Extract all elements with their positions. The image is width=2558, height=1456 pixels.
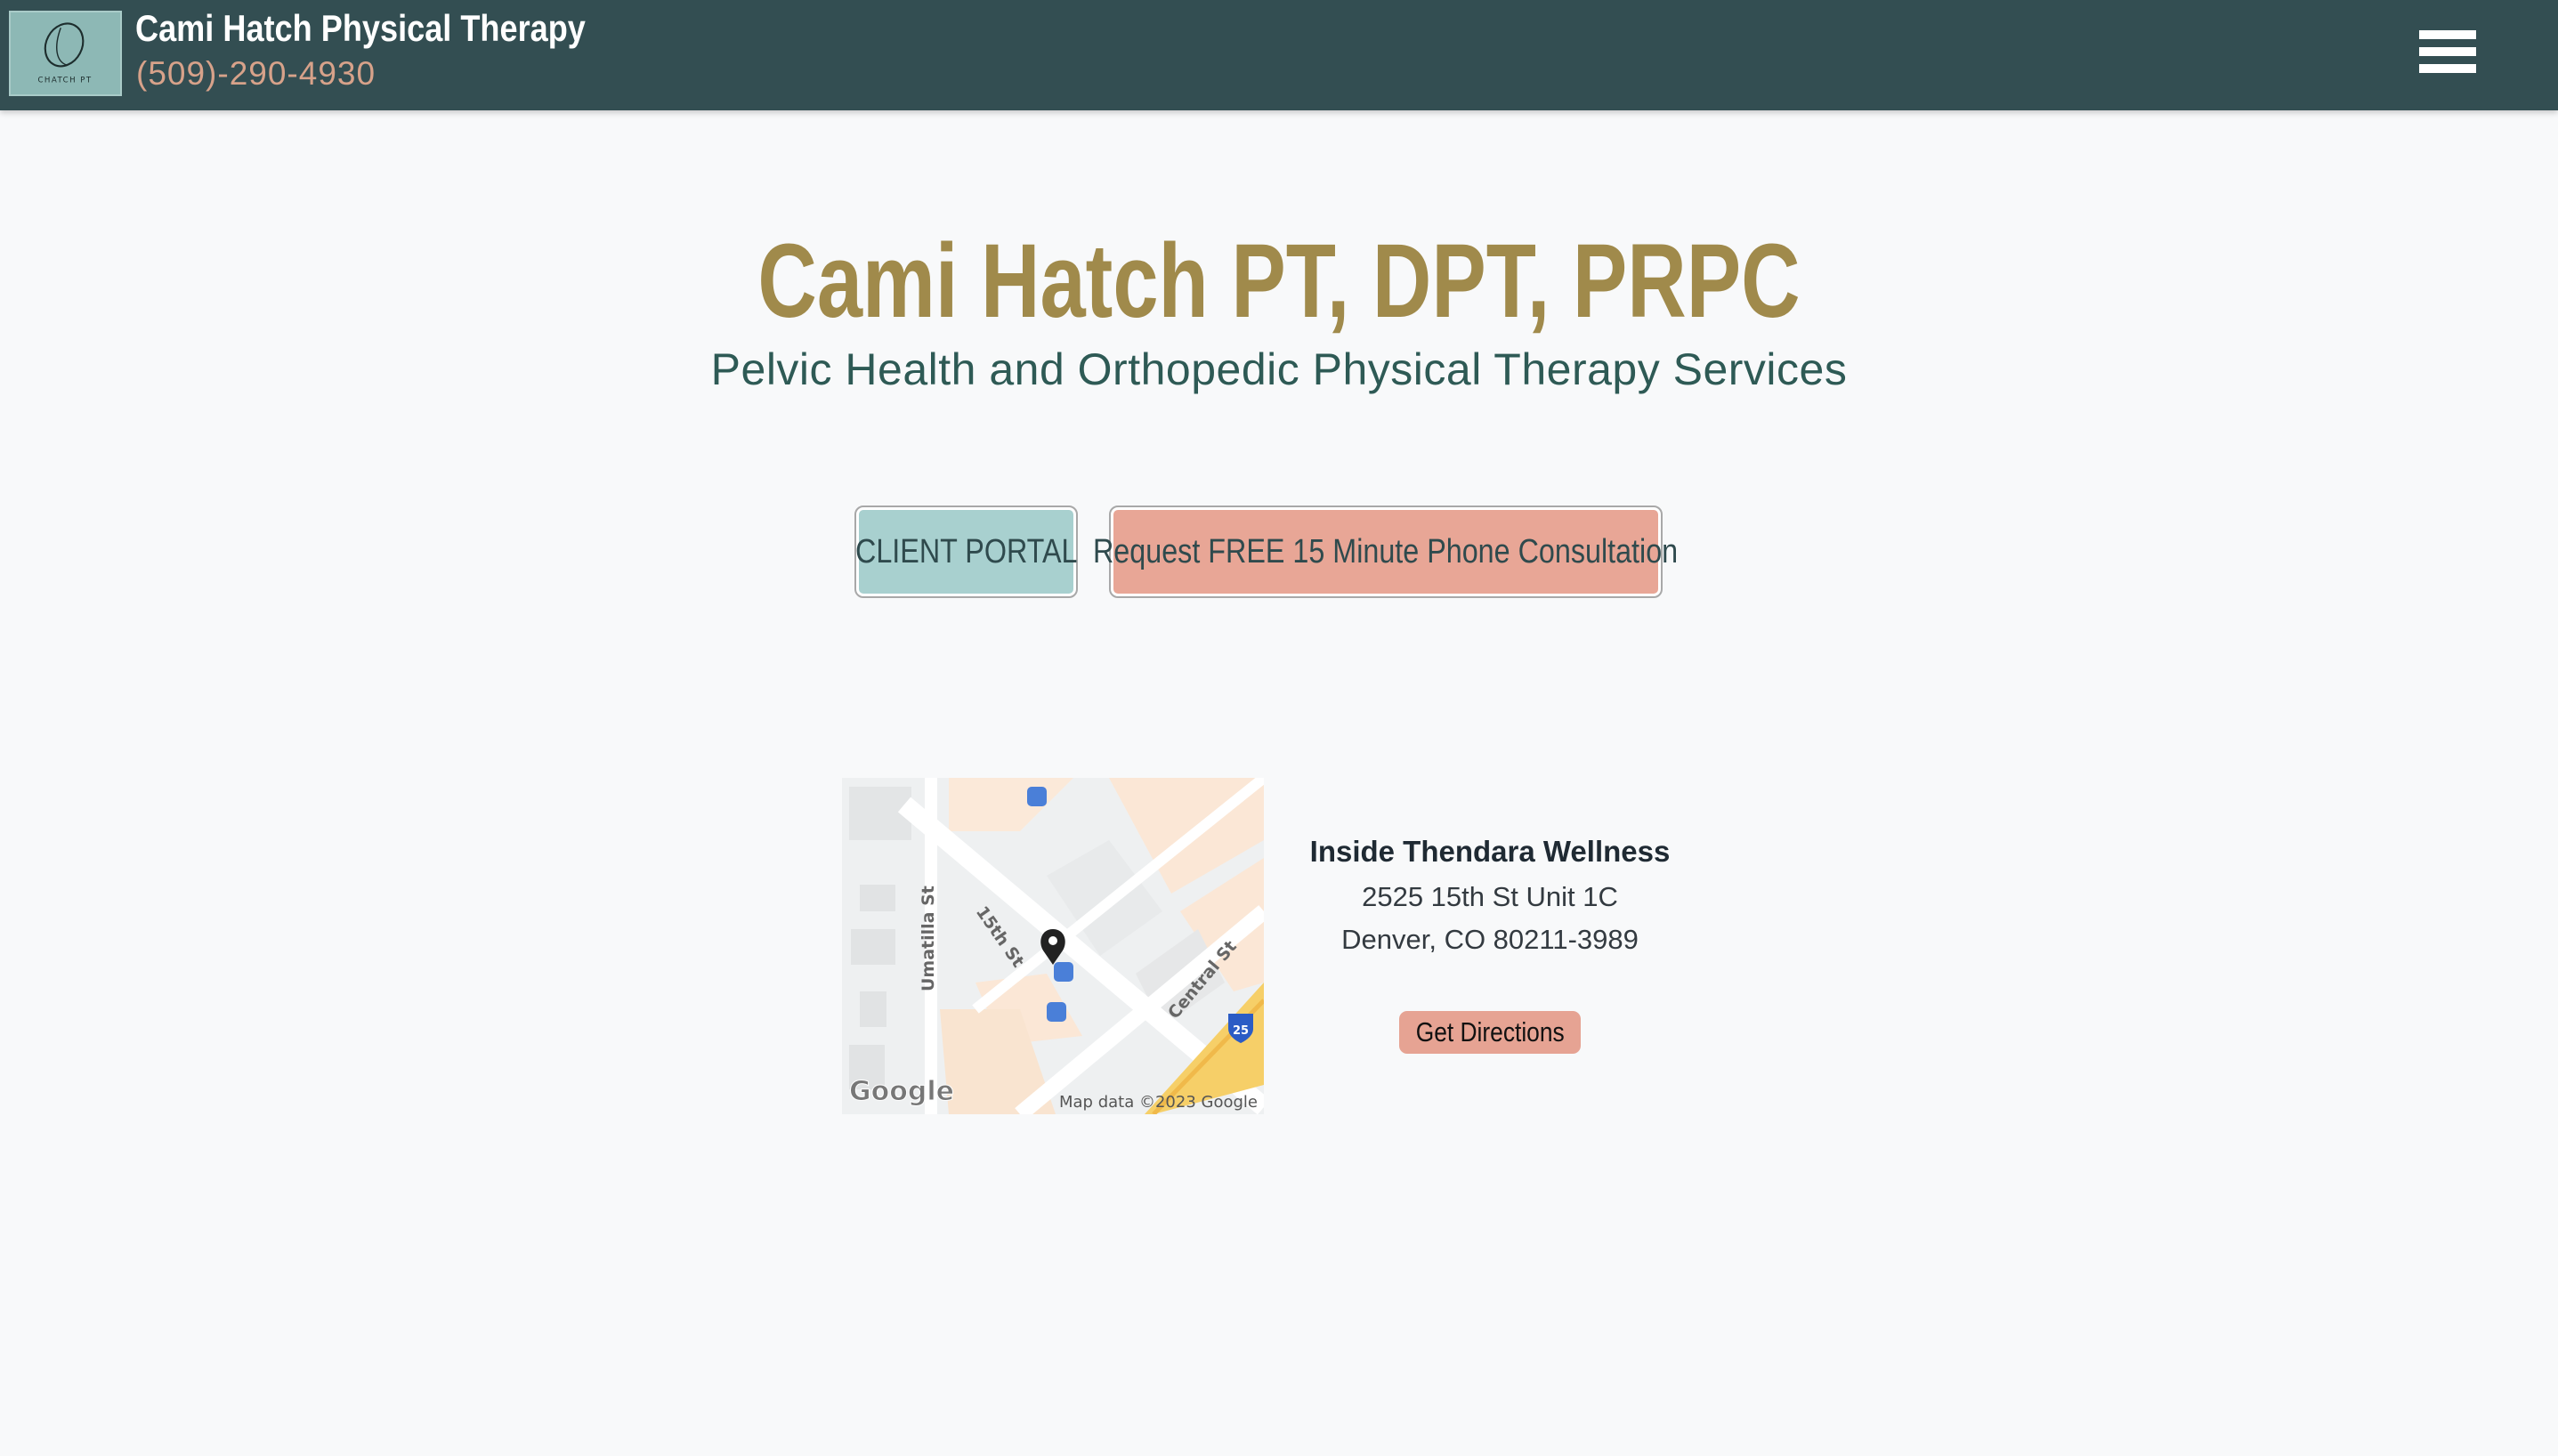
address-line-2: Denver, CO 80211-3989 — [1341, 924, 1639, 955]
page-title: Cami Hatch PT, DPT, PRPC — [757, 222, 1801, 340]
location-map[interactable]: Umatilla St 15th St Central St 25 Google… — [842, 778, 1264, 1114]
hamburger-menu-icon[interactable] — [2419, 30, 2481, 80]
highway-shield-number: 25 — [1233, 1024, 1249, 1038]
street-label-umatilla: Umatilla St — [919, 886, 938, 991]
site-logo[interactable]: CHATCH PT — [9, 11, 122, 96]
location-name: Inside Thendara Wellness — [1309, 835, 1671, 868]
logo-mark-icon: CHATCH PT — [37, 22, 92, 85]
map-attribution: Map data ©2023 Google — [1059, 1093, 1258, 1112]
get-directions-label: Get Directions — [1415, 1016, 1565, 1048]
brand-name[interactable]: Cami Hatch Physical Therapy — [135, 7, 586, 50]
client-portal-button[interactable]: CLIENT PORTAL — [854, 506, 1078, 598]
phone-number[interactable]: (509)-290-4930 — [136, 55, 376, 93]
page-subtitle: Pelvic Health and Orthopedic Physical Th… — [710, 344, 1848, 394]
consultation-request-button[interactable]: Request FREE 15 Minute Phone Consultatio… — [1093, 506, 1679, 598]
transit-stop-icon[interactable] — [1054, 962, 1073, 982]
transit-stop-icon[interactable] — [1047, 1002, 1066, 1022]
client-portal-label: CLIENT PORTAL — [854, 532, 1078, 570]
address-line-1: 2525 15th St Unit 1C — [1362, 881, 1618, 912]
get-directions-button[interactable]: Get Directions — [1399, 1011, 1581, 1054]
logo-text: CHATCH PT — [37, 77, 92, 85]
google-logo: Google — [849, 1076, 954, 1107]
transit-stop-icon[interactable] — [1027, 787, 1047, 806]
site-header: CHATCH PT Cami Hatch Physical Therapy (5… — [0, 0, 2558, 110]
consultation-request-label: Request FREE 15 Minute Phone Consultatio… — [1093, 532, 1679, 570]
